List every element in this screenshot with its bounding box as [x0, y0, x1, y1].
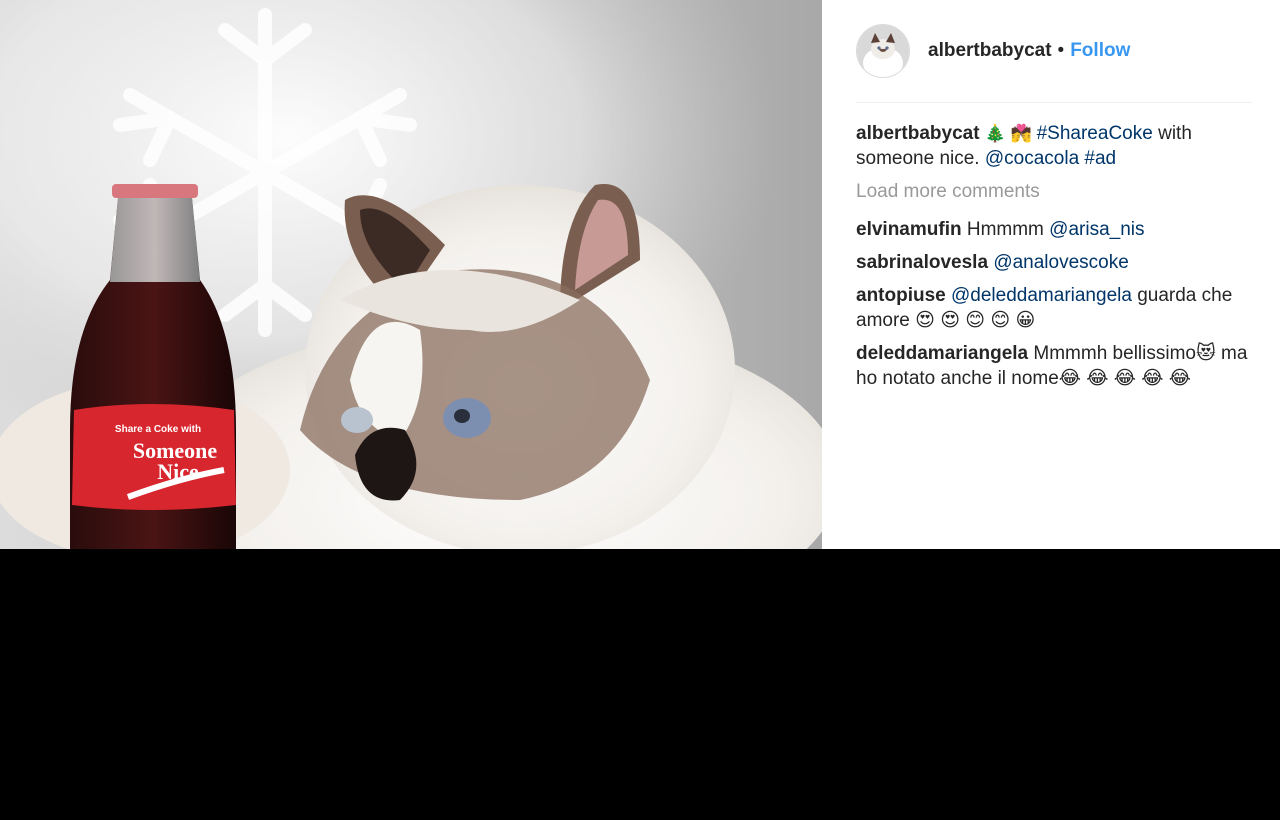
post-side-panel: albertbabycat • Follow albertbabycat 🎄 💏…: [822, 0, 1280, 549]
mention-link[interactable]: @analovescoke: [993, 252, 1128, 273]
comment-username[interactable]: deleddamariangela: [856, 343, 1028, 364]
comment-item: elvinamufin Hmmmm @arisa_nis: [856, 217, 1252, 242]
comment-item: antopiuse @deleddamariangela guarda che …: [856, 283, 1252, 333]
comment-item: sabrinalovesla @analovescoke: [856, 250, 1252, 275]
comment-username[interactable]: sabrinalovesla: [856, 252, 988, 273]
comment-username[interactable]: antopiuse: [856, 285, 946, 306]
mention-link[interactable]: @cocacola: [985, 148, 1079, 169]
photo-illustration: Share a Coke with Someone Nice: [0, 0, 822, 549]
post-viewer: Share a Coke with Someone Nice albertbab…: [0, 0, 1280, 549]
author-username[interactable]: albertbabycat: [928, 40, 1052, 62]
comments-section: albertbabycat 🎄 💏 #ShareaCoke with someo…: [856, 103, 1252, 391]
header-names: albertbabycat • Follow: [928, 40, 1130, 62]
cat-avatar-icon: [857, 25, 909, 77]
bottle-label-line3: Nice: [157, 459, 199, 484]
caption: albertbabycat 🎄 💏 #ShareaCoke with someo…: [856, 121, 1252, 171]
caption-emojis: 🎄 💏: [984, 124, 1037, 143]
avatar[interactable]: [856, 24, 910, 78]
post-header: albertbabycat • Follow: [856, 0, 1252, 103]
mention-link[interactable]: @deleddamariangela: [951, 285, 1132, 306]
comment-item: deleddamariangela Mmmmh bellissimo😻 ma h…: [856, 341, 1252, 391]
hashtag-link[interactable]: #ad: [1084, 148, 1116, 169]
caption-username[interactable]: albertbabycat: [856, 123, 980, 144]
comment-text: Hmmmm: [961, 219, 1050, 240]
bottle-label-line1: Share a Coke with: [115, 424, 201, 435]
comment-username[interactable]: elvinamufin: [856, 219, 962, 240]
mention-link[interactable]: @arisa_nis: [1049, 219, 1144, 240]
follow-button[interactable]: Follow: [1070, 40, 1130, 62]
hashtag-link[interactable]: #ShareaCoke: [1037, 123, 1153, 144]
separator-dot: •: [1057, 40, 1065, 61]
load-more-comments-button[interactable]: Load more comments: [856, 181, 1252, 203]
post-photo[interactable]: Share a Coke with Someone Nice: [0, 0, 822, 549]
